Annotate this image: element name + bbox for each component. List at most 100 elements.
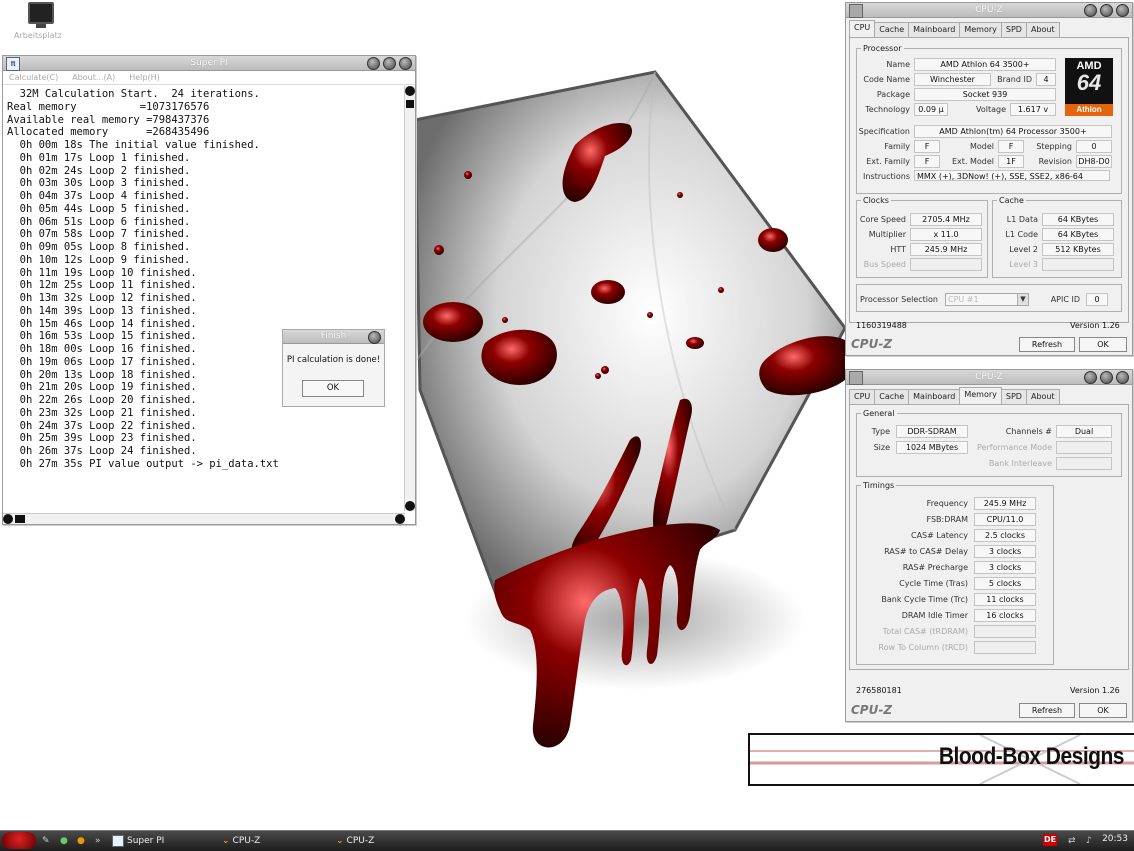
menu-calculate[interactable]: Calculate(C)	[9, 71, 58, 84]
close-button[interactable]	[1116, 4, 1129, 17]
minimize-button[interactable]	[1084, 4, 1097, 17]
cpuz-app-icon	[849, 4, 863, 18]
technology-label: Technology	[865, 105, 910, 114]
superpi-titlebar[interactable]: π Super PI	[3, 56, 415, 71]
general-legend: General	[863, 409, 895, 418]
log-line: 0h 21m 20s Loop 19 finished.	[7, 381, 197, 394]
log-line: 0h 20m 13s Loop 18 finished.	[7, 368, 197, 381]
cpuz-memory-tabs: CPU Cache Mainboard Memory SPD About	[849, 387, 1060, 404]
voltage-value: 1.617 v	[1010, 103, 1056, 116]
log-line: 0h 27m 35s PI value output -> pi_data.tx…	[7, 457, 279, 470]
quicklaunch-more-icon[interactable]: »	[95, 834, 101, 848]
finish-titlebar[interactable]: Finish	[283, 330, 384, 344]
finish-dialog[interactable]: Finish PI calculation is done! OK	[282, 329, 385, 407]
scroll-right-arrow-icon[interactable]	[395, 514, 405, 524]
cpuz-cpu-window[interactable]: CPU-Z CPU Cache Mainboard Memory SPD Abo…	[845, 2, 1133, 356]
horizontal-scrollbar[interactable]	[3, 513, 405, 524]
taskbar-item-cpuz-1[interactable]: ⌄ CPU-Z	[222, 834, 260, 848]
minimize-button[interactable]	[367, 57, 380, 70]
hscroll-thumb[interactable]	[15, 515, 25, 523]
taskbar-item-superpi[interactable]: Super PI	[112, 834, 164, 848]
taskbar-item-cpuz-2[interactable]: ⌄ CPU-Z	[336, 834, 374, 848]
tab-spd[interactable]: SPD	[1000, 22, 1027, 37]
tab-spd[interactable]: SPD	[1000, 389, 1027, 404]
level2-label: Level 2	[1009, 245, 1038, 254]
minimize-button[interactable]	[1084, 371, 1097, 384]
scroll-left-arrow-icon[interactable]	[3, 514, 13, 524]
tab-memory[interactable]: Memory	[959, 387, 1002, 404]
clocks-legend: Clocks	[863, 196, 889, 205]
ok-button[interactable]: OK	[1079, 703, 1127, 718]
timing-label: Total CAS# (tRDRAM)	[882, 627, 968, 636]
language-indicator[interactable]: DE	[1043, 834, 1057, 846]
package-label: Package	[876, 90, 910, 99]
timing-value: 3 clocks	[974, 561, 1036, 574]
chevron-down-icon[interactable]: ▼	[1017, 294, 1028, 305]
scroll-up-arrow-icon[interactable]	[405, 86, 415, 96]
timing-value: 16 clocks	[974, 609, 1036, 622]
log-line: 0h 07m 58s Loop 7 finished.	[7, 228, 191, 241]
cpuz-cpu-title: CPU-Z	[975, 5, 1003, 15]
finish-ok-button[interactable]: OK	[302, 380, 364, 397]
tab-mainboard[interactable]: Mainboard	[908, 389, 961, 404]
maximize-button[interactable]	[383, 57, 396, 70]
timing-label: RAS# Precharge	[902, 563, 968, 572]
processor-selection-label: Processor Selection	[860, 295, 938, 304]
cpuz-app-icon	[849, 371, 863, 385]
menu-help[interactable]: Help(H)	[129, 71, 160, 84]
timing-value	[974, 641, 1036, 654]
start-button[interactable]	[2, 832, 36, 849]
refresh-button[interactable]: Refresh	[1019, 703, 1075, 718]
maximize-button[interactable]	[1100, 4, 1113, 17]
quicklaunch-firefox-icon[interactable]: ●	[77, 834, 85, 848]
close-button[interactable]	[1116, 371, 1129, 384]
superpi-title: Super PI	[190, 58, 228, 68]
bus-speed-value	[910, 258, 982, 271]
cpuz-memory-panel: General Type DDR-SDRAM Size 1024 MBytes …	[849, 404, 1129, 670]
vertical-scrollbar[interactable]	[404, 86, 415, 511]
tab-about[interactable]: About	[1025, 22, 1060, 37]
quicklaunch-globe-icon[interactable]: ●	[60, 834, 68, 848]
desktop-icon-arbeitsplatz[interactable]: Arbeitsplatz	[14, 2, 68, 40]
finish-message: PI calculation is done!	[286, 355, 381, 365]
log-line: 0h 01m 17s Loop 1 finished.	[7, 151, 191, 164]
log-line: 0h 15m 46s Loop 14 finished.	[7, 317, 197, 330]
tab-cpu[interactable]: CPU	[849, 20, 876, 37]
quicklaunch-tools-icon[interactable]: ✎	[42, 834, 50, 848]
refresh-button[interactable]: Refresh	[1019, 337, 1075, 352]
menu-about[interactable]: About...(A)	[72, 71, 115, 84]
scroll-thumb[interactable]	[406, 100, 414, 108]
tab-mainboard[interactable]: Mainboard	[908, 22, 961, 37]
scroll-down-arrow-icon[interactable]	[405, 501, 415, 511]
log-line: 0h 00m 18s The initial value finished.	[7, 139, 260, 151]
tab-cache[interactable]: Cache	[874, 389, 910, 404]
timing-label: DRAM Idle Timer	[901, 611, 968, 620]
log-line: 0h 23m 32s Loop 21 finished.	[7, 406, 197, 419]
maximize-button[interactable]	[1100, 371, 1113, 384]
cpuz-cpu-titlebar[interactable]: CPU-Z	[846, 3, 1132, 18]
cpuz-memory-window[interactable]: CPU-Z CPU Cache Mainboard Memory SPD Abo…	[845, 369, 1133, 722]
cpuz-memory-titlebar[interactable]: CPU-Z	[846, 370, 1132, 385]
l1code-label: L1 Code	[1005, 230, 1038, 239]
spec-value: AMD Athlon(tm) 64 Processor 3500+	[914, 125, 1112, 138]
dialog-close-button[interactable]	[368, 331, 381, 344]
htt-value: 245.9 MHz	[910, 243, 982, 256]
close-button[interactable]	[399, 57, 412, 70]
finish-title: Finish	[320, 331, 347, 341]
computer-icon	[28, 2, 54, 24]
cpuz-brand-logo: CPU-Z	[851, 703, 893, 717]
l1code-value: 64 KBytes	[1042, 228, 1114, 241]
log-line: 0h 26m 37s Loop 24 finished.	[7, 445, 197, 457]
brandid-value: 4	[1036, 73, 1056, 86]
tab-cpu[interactable]: CPU	[849, 389, 876, 404]
tray-volume-icon[interactable]: ♪	[1086, 834, 1092, 848]
superpi-window[interactable]: π Super PI Calculate(C) About...(A) Help…	[2, 55, 416, 525]
ok-button[interactable]: OK	[1079, 337, 1127, 352]
extmodel-label: Ext. Model	[951, 157, 994, 166]
tab-memory[interactable]: Memory	[959, 22, 1002, 37]
tab-cache[interactable]: Cache	[874, 22, 910, 37]
core-speed-value: 2705.4 MHz	[910, 213, 982, 226]
processor-selection-dropdown[interactable]: CPU #1 ▼	[945, 293, 1029, 306]
tab-about[interactable]: About	[1025, 389, 1060, 404]
tray-network-icon[interactable]: ⇄	[1068, 834, 1076, 848]
